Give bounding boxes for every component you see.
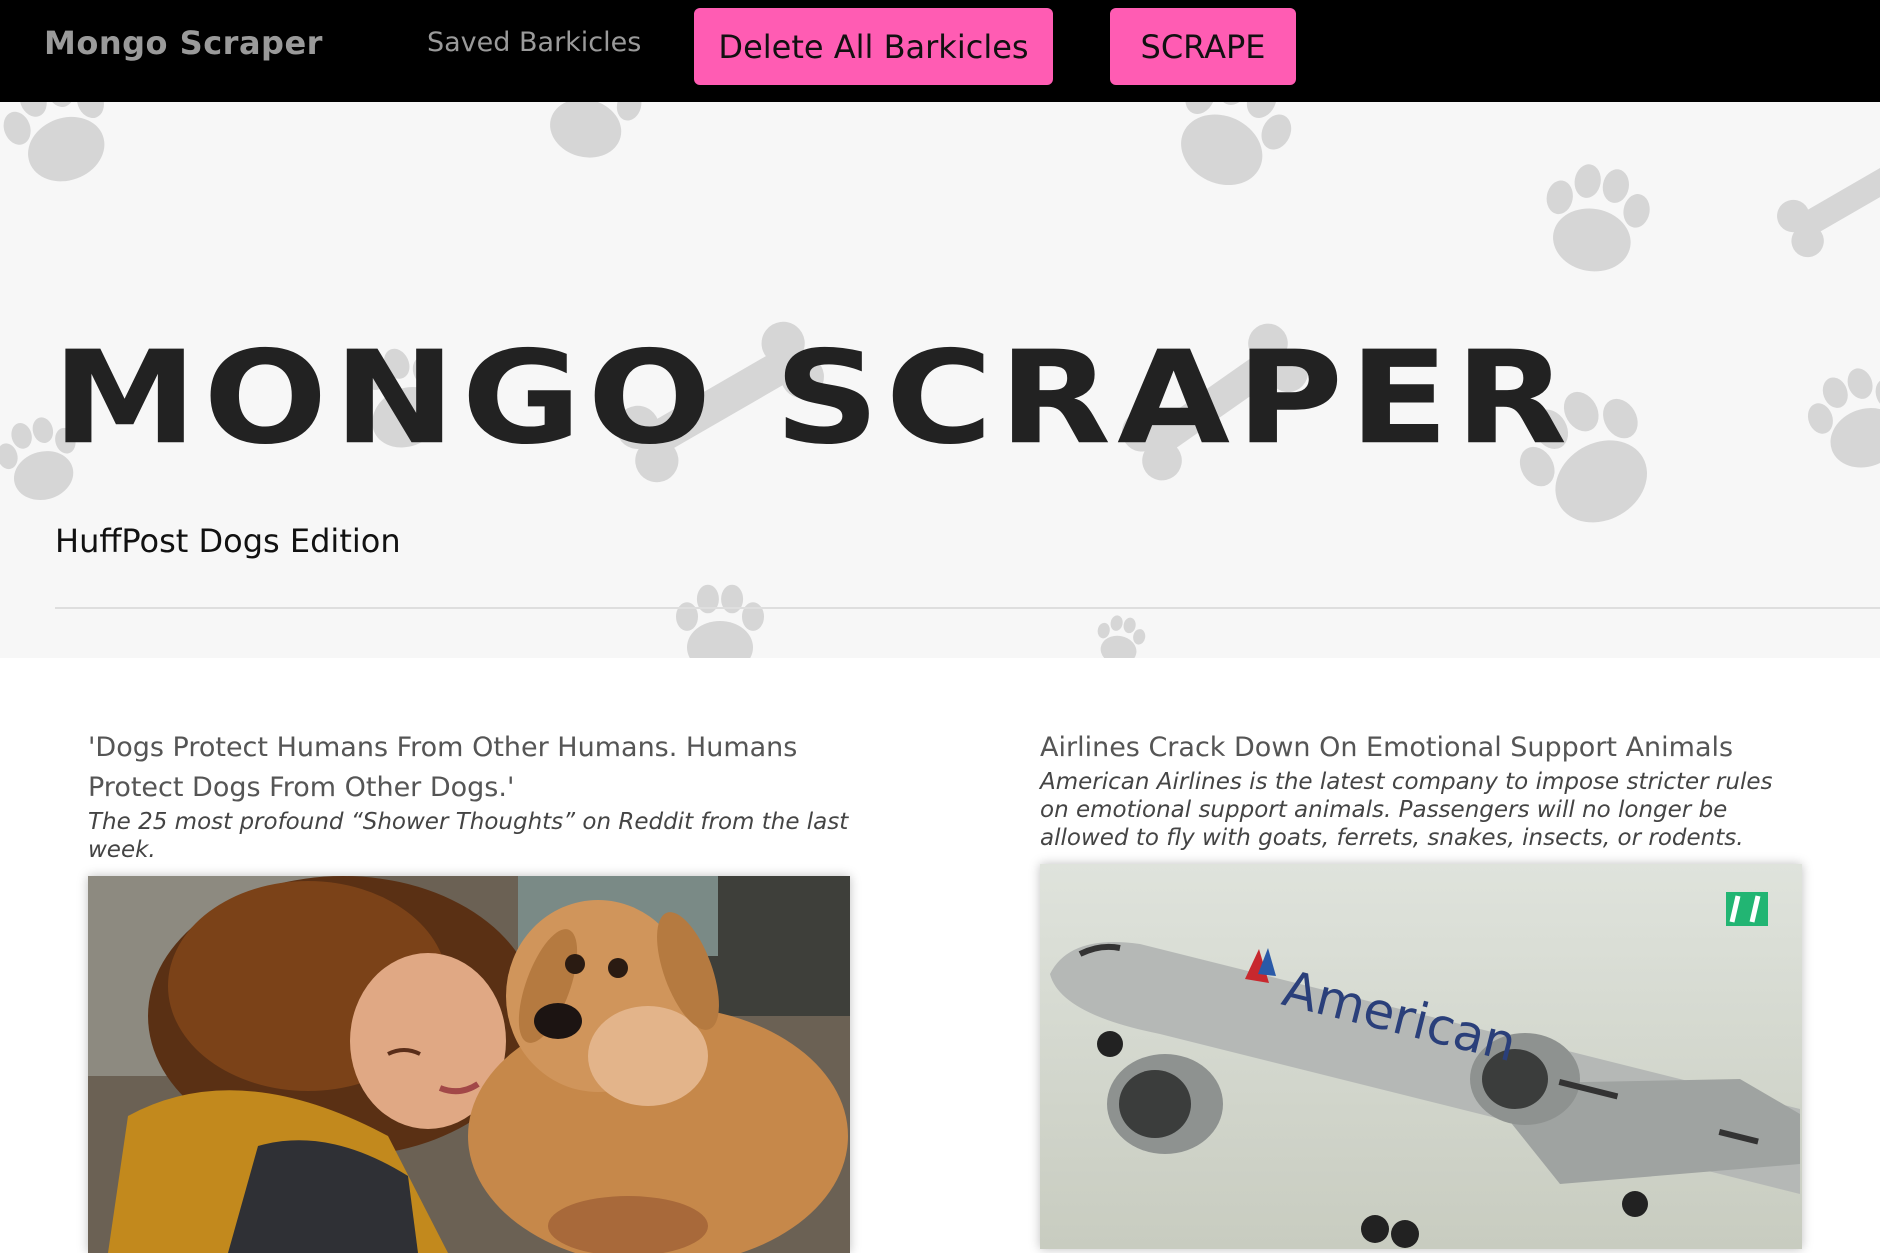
article-summary: The 25 most profound “Shower Thoughts” o… bbox=[88, 809, 849, 863]
navbar: Mongo Scraper Saved Barkicles Delete All… bbox=[0, 0, 1880, 102]
article-card[interactable]: 'Dogs Protect Humans From Other Humans. … bbox=[88, 728, 854, 864]
article-title[interactable]: Airlines Crack Down On Emotional Support… bbox=[1040, 728, 1806, 768]
article-title[interactable]: 'Dogs Protect Humans From Other Humans. … bbox=[88, 728, 854, 808]
article-image-woman-dog[interactable] bbox=[88, 876, 850, 1253]
brand-logo[interactable]: Mongo Scraper bbox=[44, 24, 323, 62]
hero-subtitle: HuffPost Dogs Edition bbox=[55, 522, 401, 560]
hero-jumbotron: MONGO SCRAPER HuffPost Dogs Edition bbox=[0, 102, 1880, 658]
hero-divider bbox=[55, 607, 1880, 609]
scrape-button[interactable]: SCRAPE bbox=[1110, 8, 1296, 85]
hero-title: MONGO SCRAPER bbox=[52, 323, 1574, 474]
saved-barkicles-link[interactable]: Saved Barkicles bbox=[427, 27, 641, 58]
article-card[interactable]: Airlines Crack Down On Emotional Support… bbox=[1040, 728, 1806, 852]
delete-all-button[interactable]: Delete All Barkicles bbox=[694, 8, 1053, 85]
article-image-airplane[interactable]: American bbox=[1040, 864, 1802, 1249]
article-summary: American Airlines is the latest company … bbox=[1040, 769, 1773, 851]
